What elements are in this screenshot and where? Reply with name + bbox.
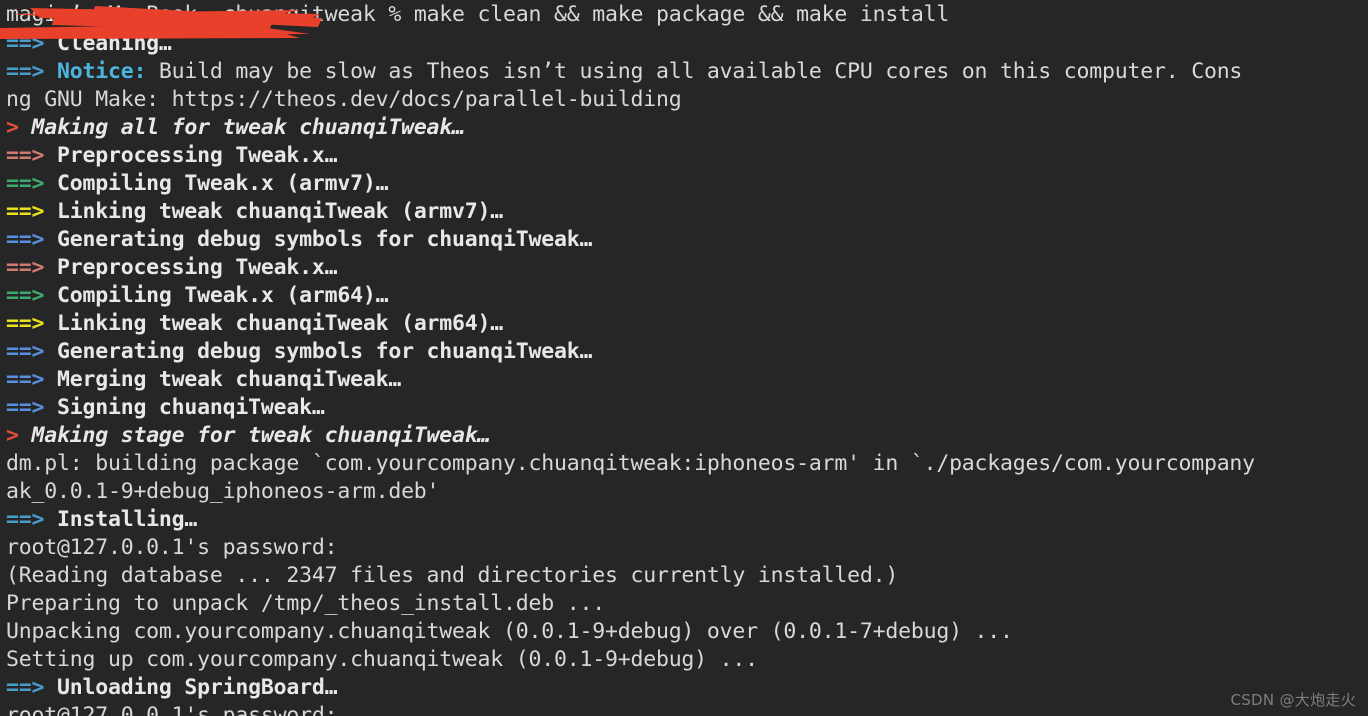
terminal-output-line: dm.pl: building package `com.yourcompany… [0,450,1368,478]
line-text: Generating debug symbols for chuanqiTwea… [44,227,593,252]
redacted-hostname: magic’s MacBook [6,2,198,27]
terminal-output-line: root@127.0.0.1's password: [0,702,1368,716]
terminal-output-line: ==> Compiling Tweak.x (armv7)… [0,170,1368,198]
terminal-window[interactable]: magic’s MacBook chuanqitweak % make clea… [0,0,1368,716]
terminal-output-line: ==> Generating debug symbols for chuanqi… [0,226,1368,254]
line-text: Making all for tweak chuanqiTweak… [18,115,465,140]
csdn-watermark: CSDN @大炮走火 [1230,691,1356,709]
terminal-output-line: (Reading database ... 2347 files and dir… [0,562,1368,590]
terminal-output-line: root@127.0.0.1's password: [0,534,1368,562]
terminal-output-line: ak_0.0.1-9+debug_iphoneos-arm.deb' [0,478,1368,506]
terminal-output-line: > Making all for tweak chuanqiTweak… [0,114,1368,142]
arrow-prefix-icon: ==> [6,31,45,56]
line-text: Setting up com.yourcompany.chuanqitweak … [6,647,758,672]
shell-command-text: chuanqitweak % make clean && make packag… [197,2,950,27]
arrow-prefix-icon: ==> [6,171,45,196]
line-text: Compiling Tweak.x (arm64)… [44,283,389,308]
line-text: Signing chuanqiTweak… [44,395,325,420]
terminal-output-line: ==> Cleaning… [0,30,1368,58]
terminal-output-line: ==> Compiling Tweak.x (arm64)… [0,282,1368,310]
notice-label: Notice: [44,59,147,84]
line-text: root@127.0.0.1's password: [6,535,338,560]
terminal-output-line: ==> Preprocessing Tweak.x… [0,142,1368,170]
line-text: Unpacking com.yourcompany.chuanqitweak (… [6,619,1013,644]
line-text: Preprocessing Tweak.x… [44,143,338,168]
line-text: root@127.0.0.1's password: [6,703,338,716]
line-text: Build may be slow as Theos isn’t using a… [146,59,1243,84]
line-text: Preprocessing Tweak.x… [44,255,338,280]
arrow-prefix-icon: ==> [6,199,45,224]
terminal-output-line: ==> Merging tweak chuanqiTweak… [0,366,1368,394]
arrow-prefix-icon: ==> [6,507,45,532]
line-text: Installing… [44,507,198,532]
terminal-output-line: ==> Linking tweak chuanqiTweak (armv7)… [0,198,1368,226]
terminal-output-line: ==> Signing chuanqiTweak… [0,394,1368,422]
arrow-prefix-icon: ==> [6,339,45,364]
terminal-output-line: ==> Generating debug symbols for chuanqi… [0,338,1368,366]
terminal-output-line: Unpacking com.yourcompany.chuanqitweak (… [0,618,1368,646]
arrow-prefix-icon: > [6,423,19,448]
line-text: Linking tweak chuanqiTweak (armv7)… [44,199,504,224]
line-text: dm.pl: building package `com.yourcompany… [6,451,1255,476]
terminal-output-line: ==> Notice: Build may be slow as Theos i… [0,58,1368,86]
terminal-output-line: > Making stage for tweak chuanqiTweak… [0,422,1368,450]
terminal-output-line: ==> Unloading SpringBoard… [0,674,1368,702]
line-text: Generating debug symbols for chuanqiTwea… [44,339,593,364]
arrow-prefix-icon: ==> [6,367,45,392]
terminal-output-line: ==> Installing… [0,506,1368,534]
line-text: Compiling Tweak.x (armv7)… [44,171,389,196]
terminal-output-line: Preparing to unpack /tmp/_theos_install.… [0,590,1368,618]
line-text: ng GNU Make: https://theos.dev/docs/para… [6,87,682,112]
line-text: (Reading database ... 2347 files and dir… [6,563,899,588]
line-text: ak_0.0.1-9+debug_iphoneos-arm.deb' [6,479,440,504]
line-text: Cleaning… [44,31,172,56]
line-text: Merging tweak chuanqiTweak… [44,367,402,392]
terminal-output: magic’s MacBook chuanqitweak % make clea… [0,0,1368,716]
line-text: Linking tweak chuanqiTweak (arm64)… [44,311,504,336]
terminal-output-line: ==> Linking tweak chuanqiTweak (arm64)… [0,310,1368,338]
arrow-prefix-icon: ==> [6,395,45,420]
line-text: Unloading SpringBoard… [44,675,338,700]
terminal-output-line: ng GNU Make: https://theos.dev/docs/para… [0,86,1368,114]
line-text: Preparing to unpack /tmp/_theos_install.… [6,591,605,616]
arrow-prefix-icon: > [6,115,19,140]
arrow-prefix-icon: ==> [6,227,45,252]
arrow-prefix-icon: ==> [6,283,45,308]
arrow-prefix-icon: ==> [6,143,45,168]
arrow-prefix-icon: ==> [6,59,45,84]
terminal-prompt-line: magic’s MacBook chuanqitweak % make clea… [0,0,1368,30]
arrow-prefix-icon: ==> [6,311,45,336]
line-text: Making stage for tweak chuanqiTweak… [18,423,491,448]
arrow-prefix-icon: ==> [6,675,45,700]
terminal-output-line: ==> Preprocessing Tweak.x… [0,254,1368,282]
terminal-output-line: Setting up com.yourcompany.chuanqitweak … [0,646,1368,674]
arrow-prefix-icon: ==> [6,255,45,280]
